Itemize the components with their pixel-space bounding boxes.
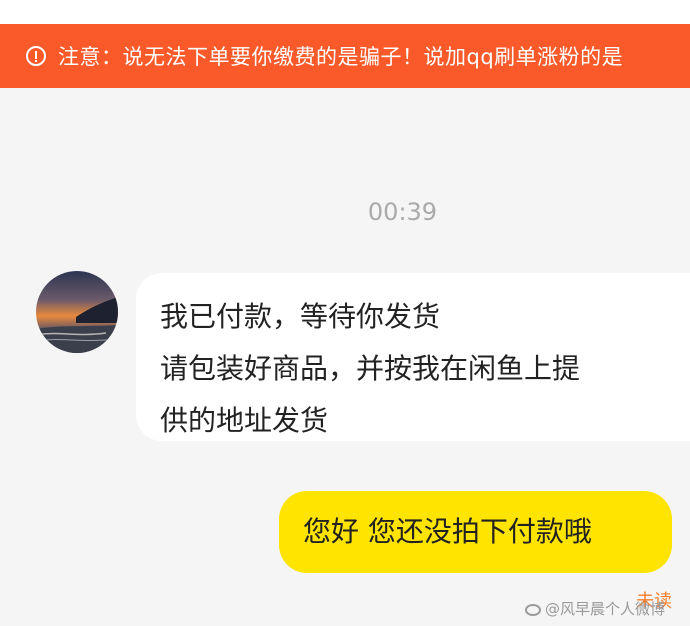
weibo-watermark: @风早晨个人微博 <box>525 598 665 619</box>
warning-icon <box>26 46 46 66</box>
incoming-message-bubble[interactable]: 我已付款，等待你发货 请包装好商品，并按我在闲鱼上提 供的地址发货 <box>136 273 690 441</box>
outgoing-message-bubble[interactable]: 您好 您还没拍下付款哦 <box>279 491 672 573</box>
watermark-text: @风早晨个人微博 <box>545 600 666 618</box>
sender-avatar[interactable] <box>36 271 118 353</box>
message-line: 供的地址发货 <box>160 404 329 437</box>
message-line: 我已付款，等待你发货 <box>160 300 441 333</box>
scam-warning-banner: 注意：说无法下单要你缴费的是骗子！说加qq刷单涨粉的是 <box>0 24 690 88</box>
sunset-beach-avatar-image <box>36 271 118 353</box>
weibo-icon <box>525 603 541 616</box>
message-timestamp: 00:39 <box>367 198 438 226</box>
top-strip <box>0 0 690 24</box>
warning-text: 注意：说无法下单要你缴费的是骗子！说加qq刷单涨粉的是 <box>58 45 624 69</box>
message-line: 请包装好商品，并按我在闲鱼上提 <box>160 352 581 385</box>
